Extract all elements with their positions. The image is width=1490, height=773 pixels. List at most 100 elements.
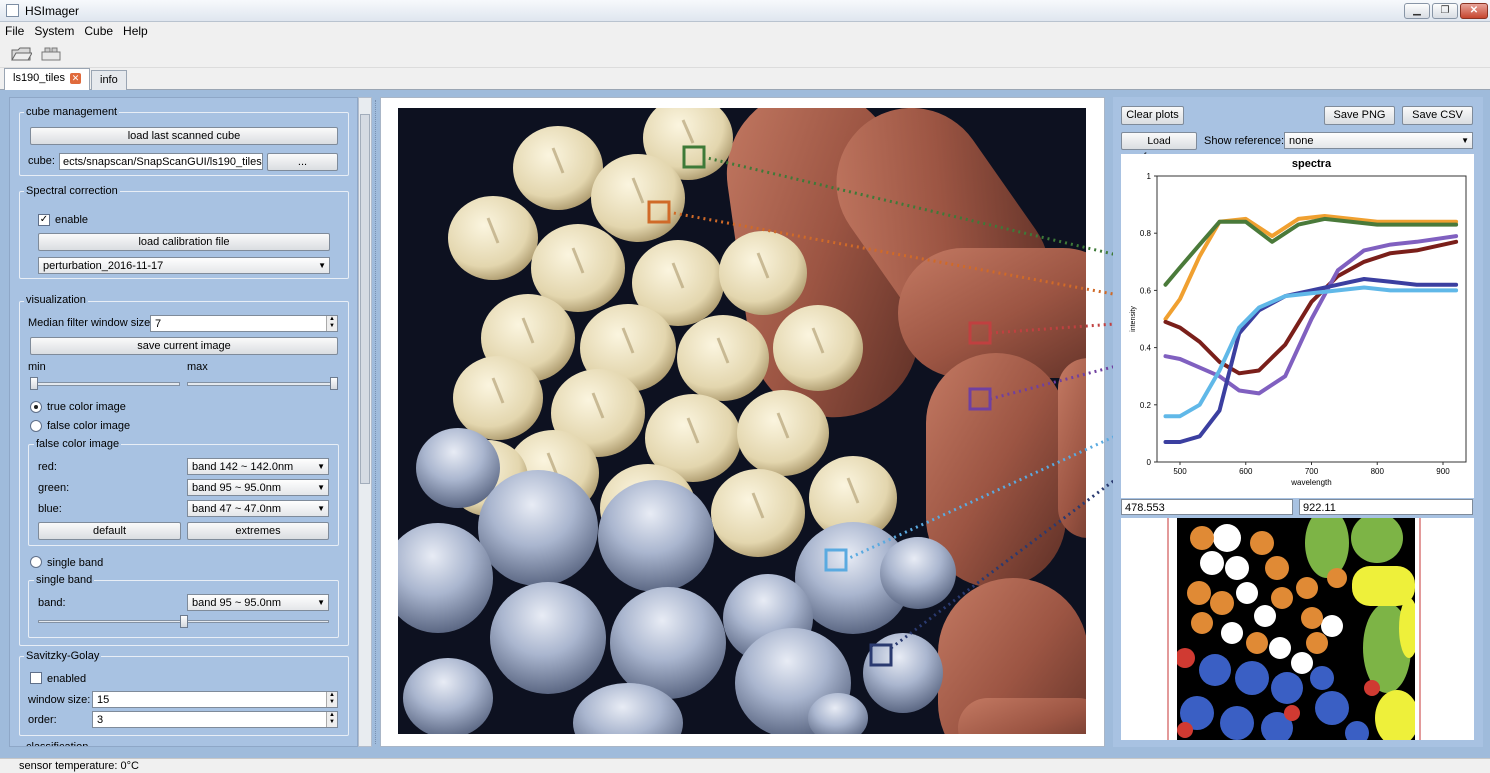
spectra-chart[interactable]: spectra 0 0.2 0.4 0.6 0.8 1 500 600 700 800 900 wave…	[1121, 154, 1474, 498]
close-button[interactable]: ✕	[1460, 3, 1488, 19]
load-last-cube-button[interactable]: load last scanned cube	[30, 127, 338, 145]
status-text: sensor temperature: 0°C	[19, 760, 139, 772]
chevron-down-icon: ▼	[317, 462, 325, 471]
browse-button[interactable]: ...	[267, 153, 338, 171]
toolbar	[0, 40, 1490, 68]
cube-path-field[interactable]: ects/snapscan/SnapScanGUI/ls190_tiles.hd…	[59, 153, 263, 170]
green-band-value: band 95 ~ 95.0nm	[192, 482, 281, 494]
x-tick-label: 500	[1173, 467, 1187, 476]
window-title: HSImager	[25, 4, 80, 18]
range-marker-left[interactable]	[1167, 518, 1169, 740]
show-reference-select[interactable]: none ▼	[1284, 132, 1473, 149]
y-axis-label: intensity	[1130, 306, 1137, 332]
enable-checkbox[interactable]: ✓	[38, 214, 50, 226]
range-marker-right[interactable]	[1419, 518, 1421, 740]
spin-arrows-icon[interactable]: ▲ ▼	[326, 316, 337, 331]
default-button[interactable]: default	[38, 522, 181, 540]
menu-file[interactable]: File	[0, 22, 29, 40]
chart-title: spectra	[1292, 158, 1332, 170]
show-reference-label: Show reference:	[1204, 135, 1285, 147]
spin-arrows-icon[interactable]: ▲ ▼	[326, 712, 337, 727]
calibration-select[interactable]: perturbation_2016-11-17 ▼	[38, 257, 330, 274]
scrollbar-thumb[interactable]	[360, 114, 370, 484]
y-tick-label: 0.2	[1140, 401, 1152, 410]
y-tick-label: 1	[1147, 172, 1152, 181]
save-csv-button[interactable]: Save CSV	[1402, 106, 1473, 125]
wavelength-min-field[interactable]: 478.553	[1121, 499, 1293, 515]
blue-band-select[interactable]: band 47 ~ 47.0nm ▼	[187, 500, 329, 517]
y-tick-label: 0.6	[1140, 286, 1152, 295]
cube-label: cube:	[28, 155, 55, 167]
band-slider-handle[interactable]	[180, 615, 188, 628]
green-label: green:	[38, 482, 70, 494]
x-axis-label: wavelength	[1290, 478, 1331, 487]
minimize-button[interactable]: ▁	[1404, 3, 1430, 19]
order-label: order:	[28, 714, 57, 726]
settings-panel: cube management load last scanned cube c…	[9, 97, 358, 747]
group-title: classification	[24, 741, 91, 746]
load-calibration-button[interactable]: load calibration file	[38, 233, 330, 251]
menu-system[interactable]: System	[29, 22, 79, 40]
single-band-select[interactable]: band 95 ~ 95.0nm ▼	[187, 594, 329, 611]
green-band-select[interactable]: band 95 ~ 95.0nm ▼	[187, 479, 329, 496]
single-band-value: band 95 ~ 95.0nm	[192, 597, 281, 609]
spectrum-line-3	[1163, 239, 1459, 376]
order-spinbox[interactable]: 3 ▲ ▼	[92, 711, 338, 728]
savitzky-enabled-checkbox[interactable]	[30, 672, 42, 684]
single-band-radio[interactable]	[30, 556, 42, 568]
false-color-radio[interactable]	[30, 420, 42, 432]
group-title: false color image	[34, 438, 122, 450]
splitter-handle[interactable]	[375, 100, 378, 744]
clear-plots-button[interactable]: Clear plots	[1121, 106, 1184, 125]
scanner-icon[interactable]	[40, 44, 62, 64]
band-label: band:	[38, 597, 66, 609]
menu-cube[interactable]: Cube	[79, 22, 118, 40]
hyperspectral-image[interactable]	[398, 108, 1086, 734]
app-icon	[6, 4, 19, 17]
maximize-button[interactable]: ❐	[1432, 3, 1458, 19]
chart-svg: spectra 0 0.2 0.4 0.6 0.8 1 500 600 700 800 900 wave…	[1130, 158, 1467, 487]
classification-map[interactable]	[1177, 518, 1415, 740]
true-color-label: true color image	[47, 401, 126, 413]
single-band-label: single band	[47, 557, 104, 569]
wavelength-max-field[interactable]: 922.11	[1299, 499, 1473, 515]
chevron-down-icon: ▼	[317, 598, 325, 607]
blue-band-value: band 47 ~ 47.0nm	[192, 503, 281, 515]
tab-ls190-tiles[interactable]: ls190_tiles ✕	[4, 68, 90, 90]
save-png-button[interactable]: Save PNG	[1324, 106, 1395, 125]
red-band-select[interactable]: band 142 ~ 142.0nm ▼	[187, 458, 329, 475]
min-label: min	[28, 361, 46, 373]
blue-label: blue:	[38, 503, 62, 515]
spectrum-line-4	[1163, 234, 1459, 396]
group-title: Spectral correction	[24, 185, 120, 197]
spin-arrows-icon[interactable]: ▲ ▼	[326, 692, 337, 707]
window-size-label: window size:	[28, 694, 91, 706]
open-folder-icon[interactable]	[10, 44, 33, 64]
menu-help[interactable]: Help	[118, 22, 153, 40]
x-tick-label: 700	[1305, 467, 1319, 476]
save-current-image-button[interactable]: save current image	[30, 337, 338, 355]
settings-scrollbar[interactable]	[358, 97, 372, 747]
load-references-button[interactable]: Load references	[1121, 132, 1197, 163]
true-color-radio[interactable]	[30, 401, 42, 413]
min-slider[interactable]	[30, 382, 180, 386]
window-size-spinbox[interactable]: 15 ▲ ▼	[92, 691, 338, 708]
classification-view	[1121, 518, 1474, 740]
y-tick-label: 0.4	[1140, 344, 1152, 353]
chevron-down-icon: ▼	[317, 483, 325, 492]
enable-label: enable	[55, 214, 89, 226]
extremes-button[interactable]: extremes	[187, 522, 329, 540]
chevron-down-icon: ▼	[318, 261, 326, 270]
group-title: Savitzky-Golay	[24, 650, 102, 662]
false-color-label: false color image	[47, 420, 131, 432]
x-tick-label: 900	[1436, 467, 1450, 476]
max-label: max	[187, 361, 208, 373]
tab-info[interactable]: info	[91, 70, 127, 90]
min-slider-handle[interactable]	[30, 377, 38, 390]
max-slider[interactable]	[187, 382, 338, 386]
max-slider-handle[interactable]	[330, 377, 338, 390]
window-size-value: 15	[97, 694, 110, 706]
savitzky-enabled-label: enabled	[47, 673, 87, 685]
tab-close-icon[interactable]: ✕	[69, 72, 81, 84]
median-spinbox[interactable]: 7 ▲ ▼	[150, 315, 338, 332]
